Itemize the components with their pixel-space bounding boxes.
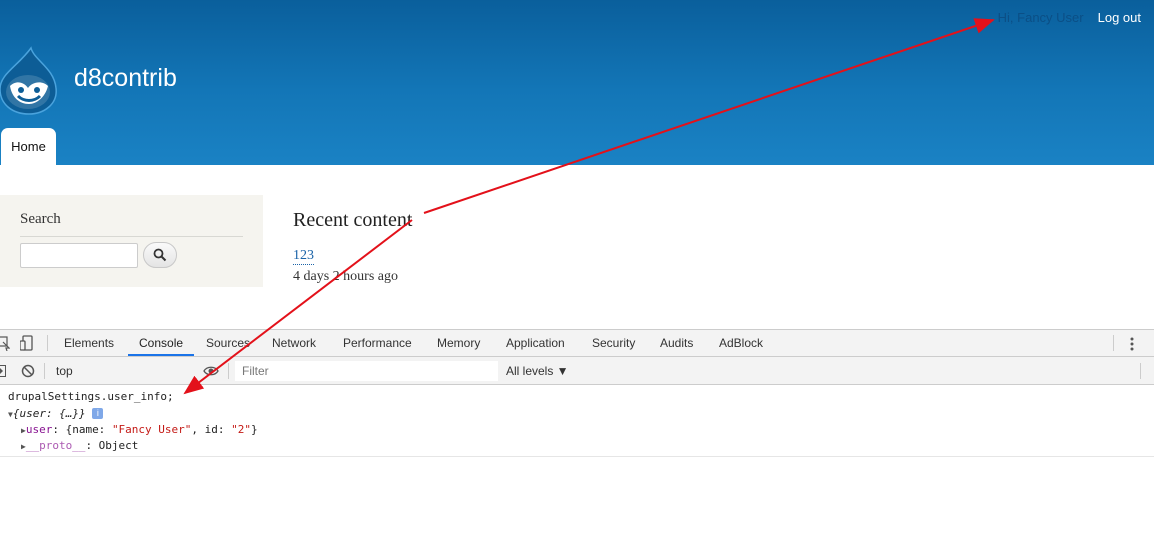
user-value-suffix: } <box>251 423 258 436</box>
user-id-value: "2" <box>231 423 252 436</box>
node-timestamp: 4 days 2 hours ago <box>293 269 398 284</box>
toolbar-divider <box>228 363 229 379</box>
context-selector[interactable]: top <box>56 357 73 385</box>
tab-sources[interactable]: Sources <box>206 330 250 356</box>
search-input[interactable] <box>20 243 138 268</box>
active-tab-indicator <box>128 354 194 356</box>
user-value-prefix: : {name: <box>52 423 112 436</box>
toolbar-divider <box>47 335 48 351</box>
console-toolbar: top Filter All levels ▼ <box>0 357 1154 385</box>
tab-elements[interactable]: Elements <box>64 330 114 356</box>
tab-performance[interactable]: Performance <box>343 330 412 356</box>
secondary-menu: Hi, Fancy User Log out <box>998 10 1141 25</box>
search-button[interactable] <box>143 242 177 268</box>
more-options-icon[interactable] <box>1129 336 1135 352</box>
drupal-logo-icon[interactable] <box>0 46 60 116</box>
devtools-panel: Elements Console Sources Network Perform… <box>0 329 1154 544</box>
recent-content-title: Recent content <box>293 209 413 231</box>
show-drawer-icon[interactable] <box>0 365 7 377</box>
info-badge[interactable]: i <box>92 408 104 419</box>
proto-value: : Object <box>85 439 139 452</box>
tab-console[interactable]: Console <box>139 330 183 356</box>
site-name[interactable]: d8contrib <box>74 64 177 93</box>
console-divider <box>0 456 1154 457</box>
toolbar-divider <box>1140 363 1141 379</box>
tab-security[interactable]: Security <box>592 330 635 356</box>
console-result-object[interactable]: ▼{user: {…}} i <box>8 407 104 420</box>
logout-link[interactable]: Log out <box>1098 10 1141 25</box>
console-input-line: drupalSettings.user_info; <box>8 390 174 403</box>
device-toolbar-icon[interactable] <box>20 335 36 351</box>
tab-adblock[interactable]: AdBlock <box>719 330 763 356</box>
eye-icon[interactable] <box>203 365 219 377</box>
object-summary: {user: {…}} <box>12 407 86 420</box>
console-proto-property[interactable]: ▶__proto__: Object <box>21 439 138 452</box>
user-key: user <box>25 423 53 436</box>
console-filter-input[interactable]: Filter <box>235 361 498 381</box>
user-value-mid: , id: <box>191 423 232 436</box>
toolbar-divider <box>44 363 45 379</box>
toolbar-divider <box>1113 335 1114 351</box>
user-greeting: Hi, Fancy User <box>997 10 1084 25</box>
tab-application[interactable]: Application <box>506 330 565 356</box>
tab-audits[interactable]: Audits <box>660 330 693 356</box>
clear-console-icon[interactable] <box>21 364 35 378</box>
console-user-property[interactable]: ▶user: {name: "Fancy User", id: "2"} <box>21 423 258 436</box>
node-link[interactable]: 123 <box>293 248 314 265</box>
tab-memory[interactable]: Memory <box>437 330 480 356</box>
proto-key: __proto__ <box>25 439 86 452</box>
inspect-element-icon[interactable] <box>0 335 10 351</box>
log-levels-dropdown[interactable]: All levels ▼ <box>506 357 569 385</box>
filter-placeholder: Filter <box>242 364 269 378</box>
tab-home[interactable]: Home <box>1 128 56 165</box>
search-block-title: Search <box>20 211 243 237</box>
sidebar-search-block: Search <box>0 195 263 287</box>
search-icon <box>153 248 167 262</box>
site-header: Hi, Fancy User Log out d8contrib Home <box>0 0 1154 165</box>
tab-network[interactable]: Network <box>272 330 316 356</box>
user-name-value: "Fancy User" <box>111 423 192 436</box>
devtools-tabbar: Elements Console Sources Network Perform… <box>0 330 1154 357</box>
